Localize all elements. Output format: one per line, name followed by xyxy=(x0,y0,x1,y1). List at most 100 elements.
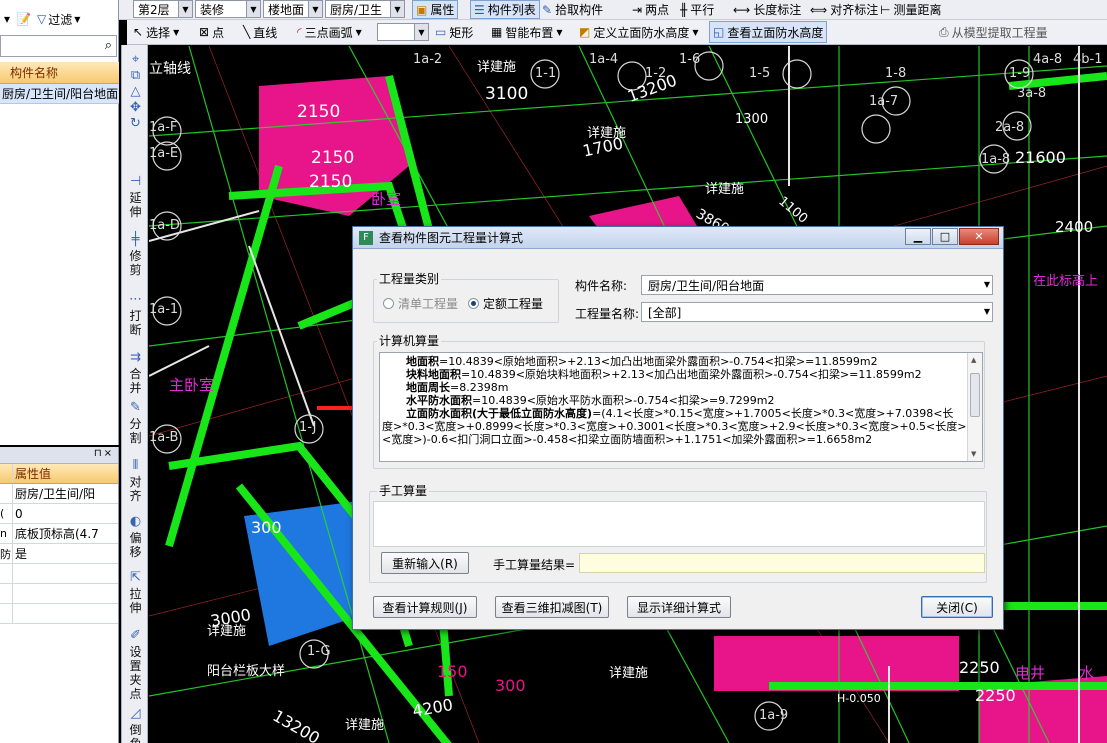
canvas-label: 详建施 xyxy=(477,60,517,75)
tool-label: 修剪 xyxy=(129,249,142,277)
tool-3[interactable]: ⇉ 合并 xyxy=(122,351,149,396)
radio-off-icon xyxy=(383,298,394,309)
tool-1[interactable]: ╪ 修剪 xyxy=(122,233,149,278)
canvas-label: 1a-8 xyxy=(981,152,1011,167)
property-row[interactable]: 防是 xyxy=(0,544,118,564)
property-button[interactable]: ▣ 属性 xyxy=(412,0,459,19)
list-icon: ☰ xyxy=(474,2,485,17)
quota-qty-radio[interactable]: 定额工程量 xyxy=(468,295,543,312)
property-row[interactable]: 厨房/卫生间/阳 xyxy=(0,484,118,504)
list-qty-label: 清单工程量 xyxy=(398,297,459,311)
parallel-button[interactable]: ╫ 平行 xyxy=(680,0,714,19)
canvas-label: 1a-D xyxy=(149,218,180,233)
show-detail-formula-button[interactable]: 显示详细计算式 xyxy=(627,596,731,618)
component-name-label: 构件名称: xyxy=(575,279,628,293)
canvas-label: 1-8 xyxy=(885,66,907,81)
canvas-label: 1a-1 xyxy=(149,302,179,317)
canvas-label: 2250 xyxy=(959,658,1000,677)
tool-6[interactable]: ◐ 偏移 xyxy=(122,515,149,560)
list-arrow-icon: ▾ xyxy=(4,12,11,26)
property-row[interactable] xyxy=(0,564,118,584)
pin-close-icon[interactable]: ⊓× xyxy=(94,448,114,459)
property-row[interactable]: n 底板顶标高(4.7 xyxy=(0,524,118,544)
length-dim-button[interactable]: ⟷ 长度标注 xyxy=(733,0,801,19)
property-row[interactable]: (0 xyxy=(0,504,118,524)
tool-9[interactable]: ◿ 倒角 xyxy=(122,707,149,743)
copy-icon: ⧉ xyxy=(130,68,141,83)
calc-scrollbar[interactable]: ▲ ▼ xyxy=(967,353,982,461)
arc-tool[interactable]: ◜ 三点画弧 ▼ xyxy=(297,20,362,44)
list-qty-radio[interactable]: 清单工程量 xyxy=(383,295,458,312)
element-type-select[interactable]: 楼地面 ▼ xyxy=(263,0,323,18)
close-icon: ✕ xyxy=(974,230,984,243)
floor-select[interactable]: 第2层 ▼ xyxy=(133,0,193,18)
filter-button[interactable]: ▽ 过滤 ▼ xyxy=(37,11,80,28)
element-name-select[interactable]: 厨房/卫生 ▼ xyxy=(325,0,405,18)
scroll-down-icon[interactable]: ▼ xyxy=(971,450,976,458)
smart-layout-tool[interactable]: ▦ 智能布置 ▼ xyxy=(491,20,563,44)
calc-lines: 地面积=10.4839<原始地面积>+2.13<加凸出地面梁外露面积>-0.75… xyxy=(380,353,982,446)
scroll-up-icon[interactable]: ▲ xyxy=(971,356,976,364)
maximize-icon: □ xyxy=(939,230,951,243)
tool-4[interactable]: ✎ 分割 xyxy=(122,401,149,446)
reinput-button[interactable]: 重新输入(R) xyxy=(381,552,469,574)
tool-label: 打断 xyxy=(129,309,142,337)
calc-line-formula: <宽度>)-0.6<扣门洞口立面>-0.458<扣梁立面防墙面积>+1.1751… xyxy=(382,433,873,446)
element-name-value: 厨房/卫生 xyxy=(330,2,383,17)
tool-label: 偏移 xyxy=(129,531,142,559)
pick-component-button[interactable]: ✎ 拾取构件 xyxy=(542,0,603,19)
calc-line: 水平防水面积=10.4839<原始水平防水面积>-0.754<扣梁>=9.729… xyxy=(380,394,982,407)
calc-line: 地面周长=8.2398m xyxy=(380,381,982,394)
point-tool[interactable]: ⊠ 点 xyxy=(199,20,224,44)
two-point-button[interactable]: ⇥ 两点 xyxy=(632,0,669,19)
tool-label: 拉伸 xyxy=(129,587,142,615)
maximize-button[interactable]: □ xyxy=(932,228,958,245)
tool-5[interactable]: ⫴ 对齐 xyxy=(122,459,149,504)
line-tool[interactable]: ╲ 直线 xyxy=(243,20,277,44)
measure-button[interactable]: ⊢ 测量距离 xyxy=(880,0,941,19)
property-row[interactable] xyxy=(0,584,118,604)
calc-formula-box[interactable]: 地面积=10.4839<原始地面积>+2.13<加凸出地面梁外露面积>-0.75… xyxy=(379,352,983,462)
pick-component-label: 拾取构件 xyxy=(555,3,604,17)
move-icon: ✥ xyxy=(130,100,141,115)
tool-7[interactable]: ⇱ 拉伸 xyxy=(122,571,149,616)
view-waterproof-height-tool[interactable]: ◱ 查看立面防水高度 xyxy=(709,21,828,43)
close-dialog-button[interactable]: 关闭(C) xyxy=(921,596,993,618)
component-search-input[interactable]: ⌕ xyxy=(0,35,117,57)
minimize-button[interactable]: ▁ xyxy=(905,228,931,245)
property-row[interactable] xyxy=(0,604,118,624)
calc-line-name: 立面防水面积(大于最低立面防水高度) xyxy=(406,407,593,420)
window-close-button[interactable]: ✕ xyxy=(959,228,999,245)
scroll-thumb[interactable] xyxy=(970,373,980,417)
component-list-button[interactable]: ☰ 构件列表 xyxy=(470,0,540,19)
rect-tool[interactable]: ▭ 矩形 xyxy=(435,20,473,44)
view-3d-deduct-button[interactable]: 查看三维扣减图(T) xyxy=(495,596,609,618)
tool-8[interactable]: ✐ 设置夹点 xyxy=(122,629,149,702)
canvas-label: 1-9 xyxy=(1009,66,1031,81)
top-toolbar: 第2层 ▼ 装修 ▼ 楼地面 ▼ 厨房/卫生 ▼ ▣ 属性 ☰ 构件列表 ✎ 拾取构件 ⇥ 两点… xyxy=(0,0,1107,20)
dialog-titlebar[interactable]: F 查看构件图元工程量计算式 ▁ □ ✕ xyxy=(353,227,1003,249)
element-type-value: 楼地面 xyxy=(268,2,305,17)
component-row[interactable]: 厨房/卫生间/阳台地面 xyxy=(0,84,119,104)
tool-0[interactable]: ⊣ 延伸 xyxy=(122,175,149,220)
canvas-label: 21600 xyxy=(1015,148,1066,167)
category-select[interactable]: 装修 ▼ xyxy=(195,0,261,18)
define-waterproof-height-tool[interactable]: ◩ 定义立面防水高度 ▼ xyxy=(579,20,699,44)
view-calc-rule-button[interactable]: 查看计算规则(J) xyxy=(373,596,477,618)
dialog-title: 查看构件图元工程量计算式 xyxy=(379,231,524,245)
property-value xyxy=(13,604,118,623)
select-tool[interactable]: ↖ 选择 ▼ xyxy=(133,20,179,44)
tool-icon: ◿ xyxy=(130,706,141,721)
qty-name-select[interactable]: [全部] ▼ xyxy=(641,302,993,322)
manual-result-field[interactable] xyxy=(579,553,985,573)
align-dim-button[interactable]: ⟺ 对齐标注 xyxy=(810,0,878,19)
arc-param-select[interactable]: ▼ xyxy=(377,23,429,41)
chevron-down-icon: ▼ xyxy=(355,27,362,37)
manual-calc-input[interactable] xyxy=(373,501,985,547)
canvas-label: 4a-8 xyxy=(1033,52,1063,67)
tool-extend-icons[interactable]: ⌖ ⧉ △ ✥ ↻ xyxy=(122,53,149,133)
extract-quantity-button[interactable]: ⎙ 从模型提取工程量 xyxy=(939,20,1048,44)
define-wp-label: 定义立面防水高度 xyxy=(593,25,690,40)
tool-2[interactable]: ⋯ 打断 xyxy=(122,293,149,338)
component-name-select[interactable]: 厨房/卫生间/阳台地面 ▼ xyxy=(641,275,993,295)
